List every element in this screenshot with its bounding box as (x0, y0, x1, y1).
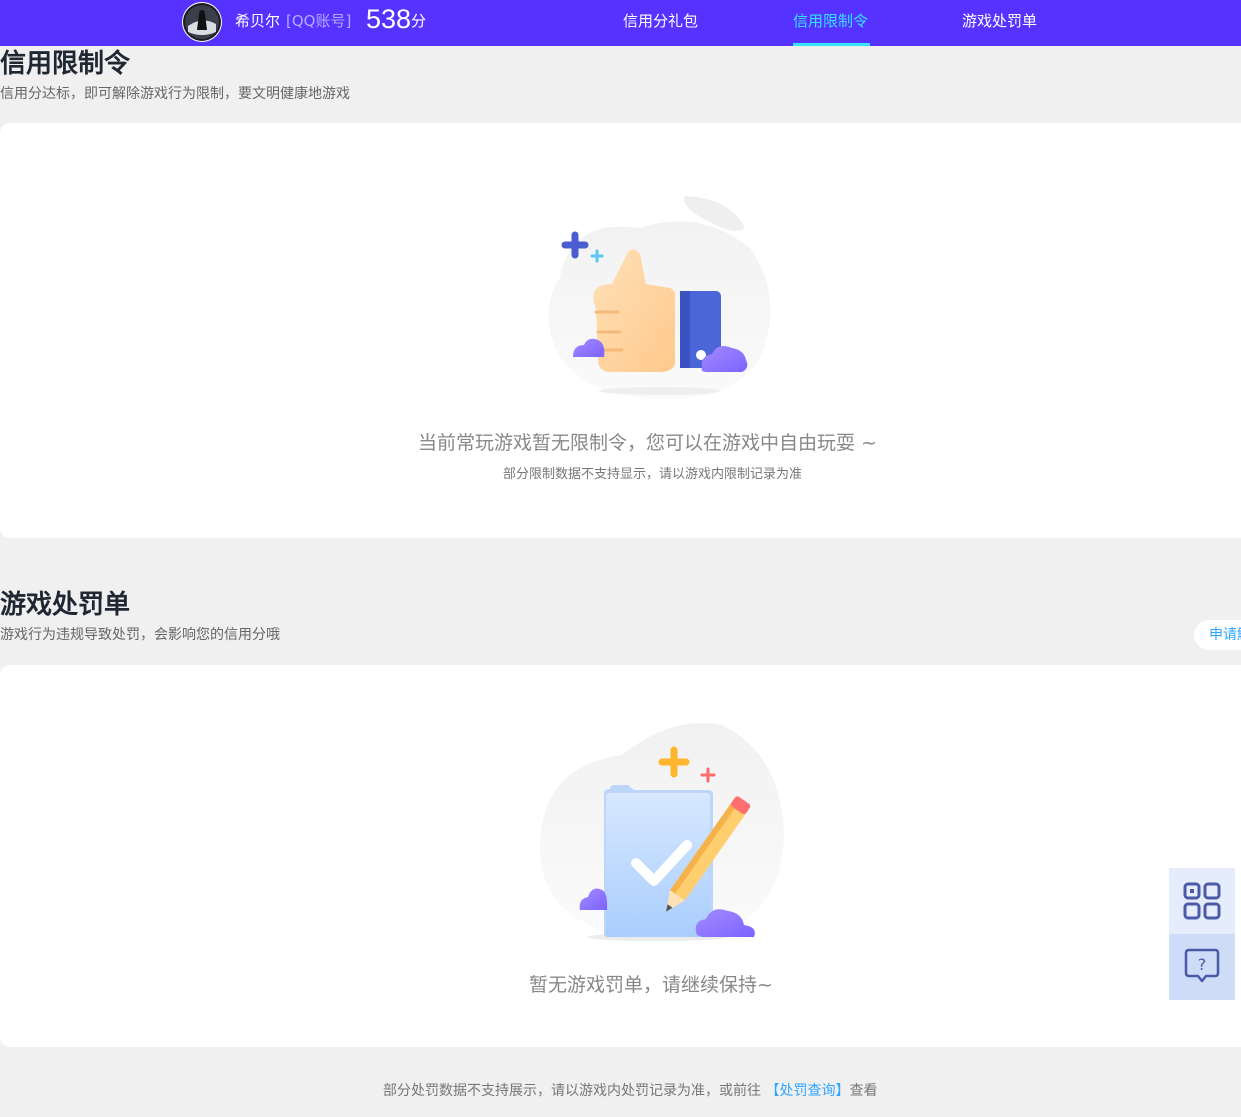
top-nav-bar: 希贝尔 [QQ账号] 538 分 信用分礼包 信用限制令 游戏处罚单 (0, 0, 1241, 46)
user-name: 希贝尔 (235, 12, 281, 30)
limit-section-subtitle: 信用分达标，即可解除游戏行为限制，要文明健康地游戏 (0, 86, 350, 102)
credit-score-unit: 分 (411, 12, 427, 30)
credit-score: 538 (366, 4, 412, 34)
help-feedback-button[interactable]: ? (1169, 934, 1235, 1000)
apply-appeal-button[interactable]: 申请解 (1194, 620, 1241, 650)
limit-empty-message: 当前常玩游戏暂无限制令，您可以在游戏中自由玩耍 ~ (418, 432, 877, 454)
tab-game-penalty[interactable]: 游戏处罚单 (962, 12, 1037, 30)
help-chat-icon: ? (1184, 948, 1220, 983)
qr-code-icon (1183, 882, 1221, 920)
tab-credit-limit[interactable]: 信用限制令 (793, 12, 868, 30)
penalty-card: 暂无游戏罚单，请继续保持~ (0, 665, 1241, 1047)
avatar-image (183, 3, 221, 41)
penalty-query-link[interactable]: 【处罚查询】 (765, 1083, 849, 1099)
thumbs-up-illustration (548, 196, 771, 399)
account-type-tag: [QQ账号] (286, 12, 352, 30)
footer-note-prefix: 部分处罚数据不支持展示，请以游戏内处罚记录为准，或前往 (383, 1083, 761, 1099)
qr-code-button[interactable] (1169, 868, 1235, 934)
active-tab-indicator (793, 43, 870, 46)
footer-note-suffix: 查看 (849, 1083, 878, 1099)
checklist-illustration (540, 723, 784, 943)
limit-card: 当前常玩游戏暂无限制令，您可以在游戏中自由玩耍 ~ 部分限制数据不支持显示，请以… (0, 123, 1241, 538)
footer-note: 部分处罚数据不支持展示，请以游戏内处罚记录为准，或前往 【处罚查询】查看 (383, 1082, 877, 1100)
penalty-section-subtitle: 游戏行为违规导致处罚，会影响您的信用分哦 (0, 627, 280, 643)
tab-credit-gift[interactable]: 信用分礼包 (623, 12, 698, 30)
avatar[interactable] (182, 2, 222, 42)
penalty-empty-message: 暂无游戏罚单，请继续保持~ (529, 974, 773, 996)
svg-text:?: ? (1198, 955, 1207, 974)
penalty-section-title: 游戏处罚单 (0, 590, 131, 620)
limit-section-title: 信用限制令 (0, 49, 131, 79)
limit-empty-note: 部分限制数据不支持显示，请以游戏内限制记录为准 (503, 467, 803, 482)
